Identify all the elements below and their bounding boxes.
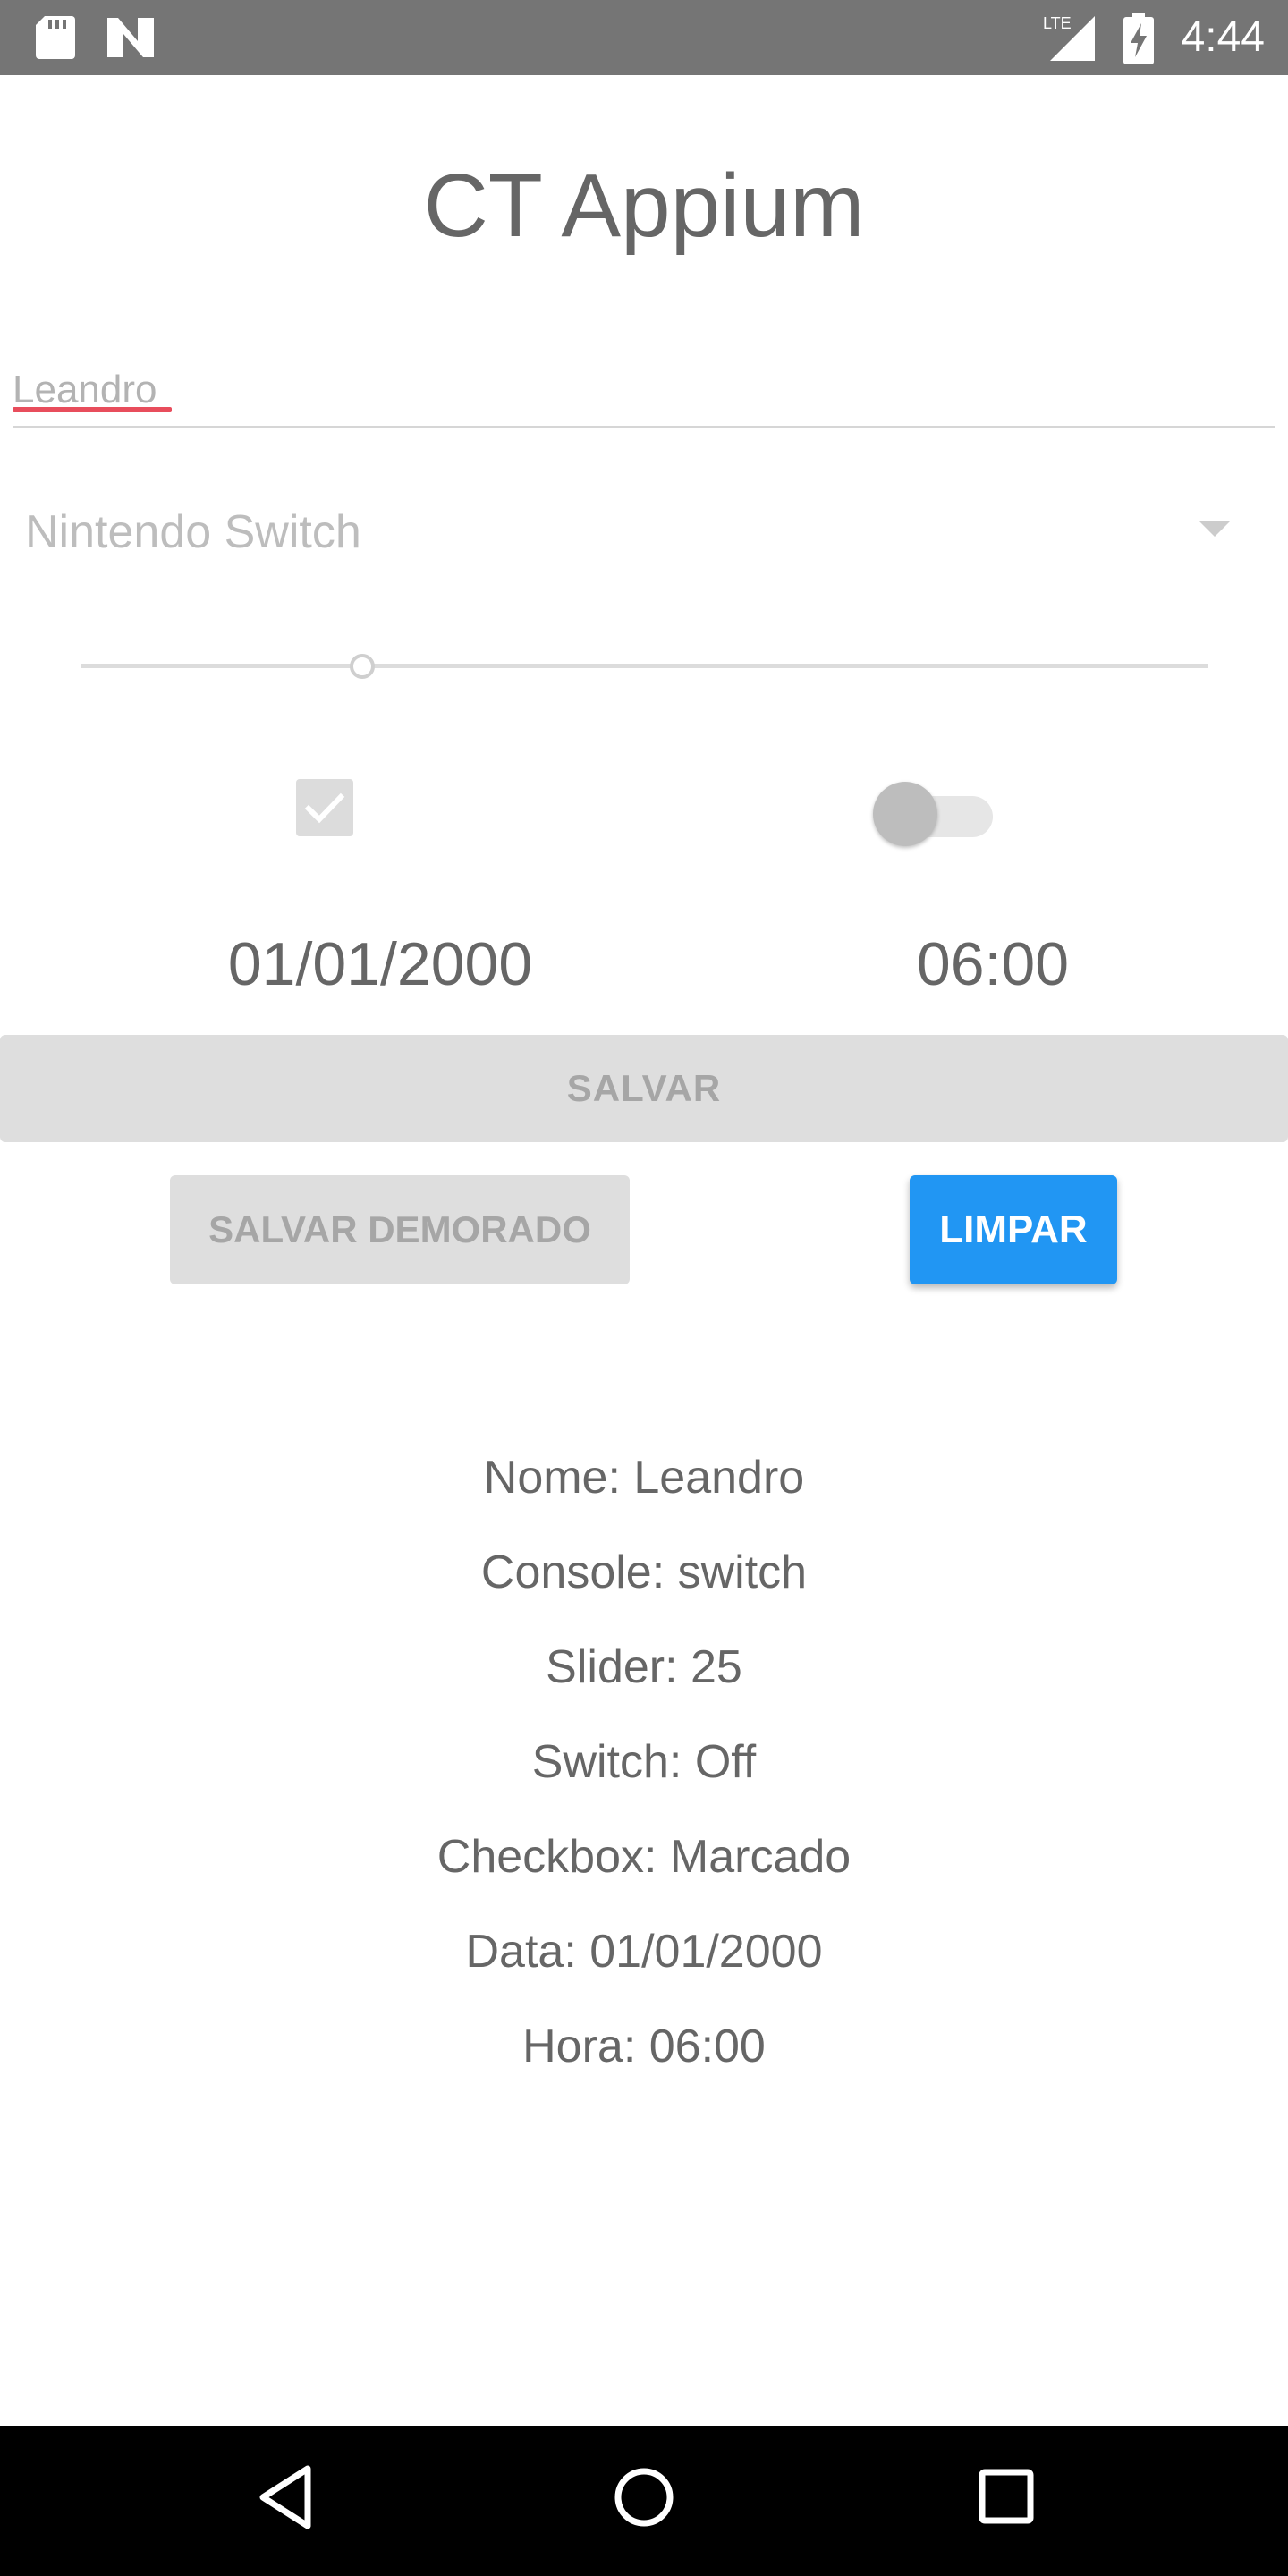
slider-thumb[interactable] — [350, 654, 375, 679]
status-time: 4:44 — [1181, 13, 1265, 61]
lte-signal-icon: LTE — [1043, 11, 1097, 65]
result-time: Hora: 06:00 — [522, 2021, 766, 2072]
svg-text:LTE: LTE — [1043, 14, 1072, 32]
result-date: Data: 01/01/2000 — [465, 1926, 823, 1978]
results-list: Nome: Leandro Console: switch Slider: 25… — [0, 1442, 1288, 2106]
console-select[interactable]: Nintendo Switch — [13, 492, 1275, 572]
result-checkbox: Checkbox: Marcado — [436, 1831, 852, 1883]
battery-charging-icon — [1123, 13, 1154, 69]
checkmark-icon — [304, 792, 345, 824]
date-picker-text[interactable]: 01/01/2000 — [161, 927, 599, 1002]
switch-knob — [873, 782, 937, 846]
page-title: CT Appium — [423, 156, 865, 256]
app-screen: LTE 4:44 CT Appium Leandro Nintendo Swit… — [0, 0, 1288, 2576]
n-logo-icon — [107, 18, 154, 62]
slider[interactable] — [80, 649, 1208, 682]
home-icon[interactable] — [612, 2463, 676, 2536]
toggle-switch[interactable] — [873, 778, 998, 846]
checkbox[interactable] — [296, 779, 353, 836]
console-select-value: Nintendo Switch — [25, 506, 361, 558]
sd-card-icon — [36, 16, 75, 64]
navigation-bar — [0, 2426, 1288, 2576]
slider-track — [80, 664, 1208, 668]
result-name: Nome: Leandro — [483, 1452, 805, 1504]
clear-button[interactable]: LIMPAR — [910, 1175, 1117, 1284]
spellcheck-underline — [13, 407, 172, 412]
status-bar: LTE 4:44 — [0, 0, 1288, 75]
name-input[interactable]: Leandro — [13, 358, 1275, 428]
result-switch: Switch: Off — [531, 1736, 757, 1788]
result-console: Console: switch — [480, 1546, 808, 1598]
result-slider: Slider: 25 — [546, 1641, 742, 1693]
dropdown-arrow-icon — [1199, 521, 1231, 541]
save-button[interactable]: SALVAR — [0, 1035, 1288, 1142]
recents-icon[interactable] — [975, 2463, 1038, 2536]
back-icon[interactable] — [254, 2463, 317, 2536]
time-picker-text[interactable]: 06:00 — [859, 927, 1127, 1002]
save-delayed-button[interactable]: SALVAR DEMORADO — [170, 1175, 630, 1284]
